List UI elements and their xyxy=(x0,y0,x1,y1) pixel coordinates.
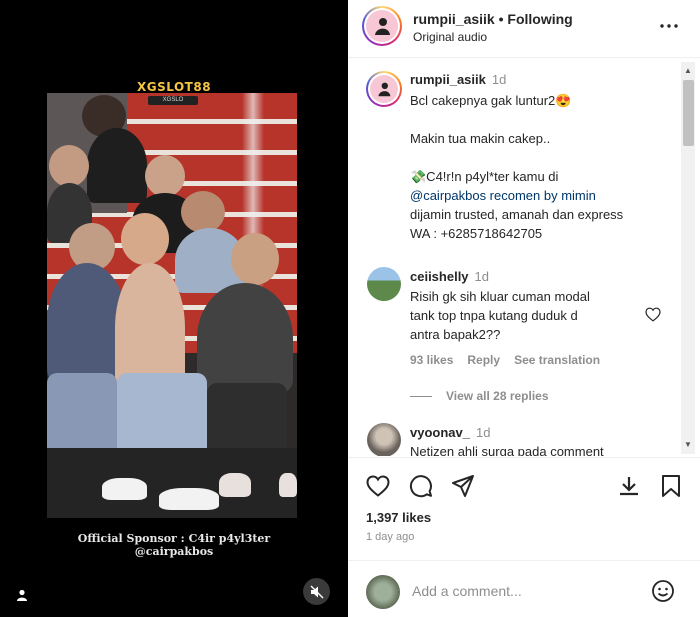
sponsor-caption: Official Sponsor : C4ir p4yl3ter @cairpa… xyxy=(77,532,271,558)
comment-like-button[interactable] xyxy=(645,307,661,325)
smiley-icon xyxy=(652,580,674,602)
mention-link[interactable]: @cairpakbos recomen by mimin xyxy=(410,186,680,205)
comment-line: antra bapak2?? xyxy=(410,327,501,342)
header-avatar[interactable] xyxy=(362,6,402,46)
add-comment-input[interactable]: Add a comment... xyxy=(412,583,522,599)
brand-logo-sub: XGSLO xyxy=(148,96,198,105)
brand-logo: XGSLOT88 xyxy=(137,80,212,94)
comment-bubble-icon xyxy=(409,475,432,498)
tagged-user-icon[interactable] xyxy=(15,588,29,602)
comment-username[interactable]: rumpii_asiik xyxy=(410,72,486,87)
comment-line: WA : +6285718642705 xyxy=(410,226,543,241)
comment-line: dijamin trusted, amanah dan express xyxy=(410,207,624,222)
person-head xyxy=(181,191,225,233)
person-body xyxy=(197,283,293,393)
comment-blank-line xyxy=(410,110,680,129)
post-side-panel: rumpii_asiik • Following Original audio … xyxy=(348,0,700,617)
view-replies-label: View all 28 replies xyxy=(446,389,549,403)
person-head xyxy=(145,155,185,197)
comment-text: Netizen ahli surga pada comment xyxy=(410,442,670,456)
mute-button[interactable] xyxy=(303,578,330,605)
comment-header: vyoonav_ 1d xyxy=(410,425,490,440)
person-head xyxy=(231,233,279,285)
sneaker xyxy=(219,473,251,497)
reply-button[interactable]: Reply xyxy=(467,353,500,367)
see-translation-button[interactable]: See translation xyxy=(514,353,600,367)
speaker-muted-icon xyxy=(310,585,323,598)
more-dots-icon xyxy=(660,24,678,28)
avatar-silhouette-icon xyxy=(375,18,390,35)
header-user-line: rumpii_asiik • Following xyxy=(413,11,573,27)
like-button[interactable] xyxy=(364,472,392,500)
comment-avatar[interactable] xyxy=(366,71,402,107)
person-body xyxy=(87,128,147,203)
comment-line: tank top tnpa kutang duduk d xyxy=(410,308,578,323)
scroll-up-arrow-icon[interactable]: ▲ xyxy=(684,66,692,75)
more-options-button[interactable] xyxy=(657,16,681,36)
sneaker xyxy=(102,478,147,500)
emoji-button[interactable] xyxy=(651,579,675,606)
comment-avatar[interactable] xyxy=(367,267,401,301)
share-button[interactable] xyxy=(449,472,477,500)
avatar-silhouette-icon xyxy=(378,82,391,97)
comment-likes[interactable]: 93 likes xyxy=(410,353,453,367)
add-comment-bar: Add a comment... xyxy=(348,560,700,617)
comment-line: Netizen ahli surga pada comment xyxy=(410,444,604,456)
caption-text: Bcl cakepnya gak luntur2😍 Makin tua maki… xyxy=(410,91,680,243)
download-icon xyxy=(620,477,638,496)
comment-time[interactable]: 1d xyxy=(476,425,490,440)
header-username[interactable]: rumpii_asiik xyxy=(413,11,495,27)
comment-blank-line xyxy=(410,148,680,167)
instagram-post-modal: XGSLOT88 XGSLO Official Sponsor : C4ir p… xyxy=(0,0,700,617)
comment-time[interactable]: 1d xyxy=(475,269,489,284)
following-button[interactable]: Following xyxy=(507,11,572,27)
comment-header: rumpii_asiik 1d xyxy=(410,72,506,87)
post-time-ago[interactable]: 1 day ago xyxy=(366,531,414,543)
comment-avatar[interactable] xyxy=(367,423,401,456)
comment-button[interactable] xyxy=(407,472,435,500)
replies-divider xyxy=(410,395,432,397)
scrollbar-thumb[interactable] xyxy=(683,80,694,146)
post-likes-count[interactable]: 1,397 likes xyxy=(366,510,431,525)
download-button[interactable] xyxy=(615,472,643,500)
person-head xyxy=(49,145,89,187)
original-audio-link[interactable]: Original audio xyxy=(413,30,487,44)
comment-header: ceiishelly 1d xyxy=(410,269,489,284)
header-separator: • xyxy=(498,11,504,27)
sneaker xyxy=(159,488,219,510)
post-actions: 1,397 likes 1 day ago xyxy=(348,457,700,577)
save-button[interactable] xyxy=(657,472,685,500)
comment-line: Risih gk sih kluar cuman modal xyxy=(410,289,590,304)
video-frame[interactable] xyxy=(47,93,297,518)
comment-time[interactable]: 1d xyxy=(492,72,506,87)
view-replies-button[interactable]: View all 28 replies xyxy=(410,389,549,403)
post-header: rumpii_asiik • Following Original audio xyxy=(348,0,700,58)
scroll-down-arrow-icon[interactable]: ▼ xyxy=(684,440,692,449)
paper-plane-icon xyxy=(452,475,474,497)
comment-line: Bcl cakepnya gak luntur2😍 xyxy=(410,93,572,108)
comment-text: Risih gk sih kluar cuman modal tank top … xyxy=(410,287,650,344)
person-head xyxy=(121,213,169,265)
comment-line: 💸C4!r!n p4yl*ter kamu di xyxy=(410,169,559,184)
bookmark-icon xyxy=(662,475,680,497)
sneaker xyxy=(279,473,297,497)
comment-line: Makin tua makin cakep.. xyxy=(410,131,551,146)
comment-meta: 93 likes Reply See translation xyxy=(410,353,614,367)
heart-icon xyxy=(366,475,390,497)
current-user-avatar xyxy=(366,575,400,609)
video-panel[interactable]: XGSLOT88 XGSLO Official Sponsor : C4ir p… xyxy=(0,0,348,617)
comments-list[interactable]: rumpii_asiik 1d Bcl cakepnya gak luntur2😍… xyxy=(348,59,700,456)
heart-icon xyxy=(645,307,661,322)
comment-username[interactable]: vyoonav_ xyxy=(410,425,470,440)
comment-username[interactable]: ceiishelly xyxy=(410,269,469,284)
